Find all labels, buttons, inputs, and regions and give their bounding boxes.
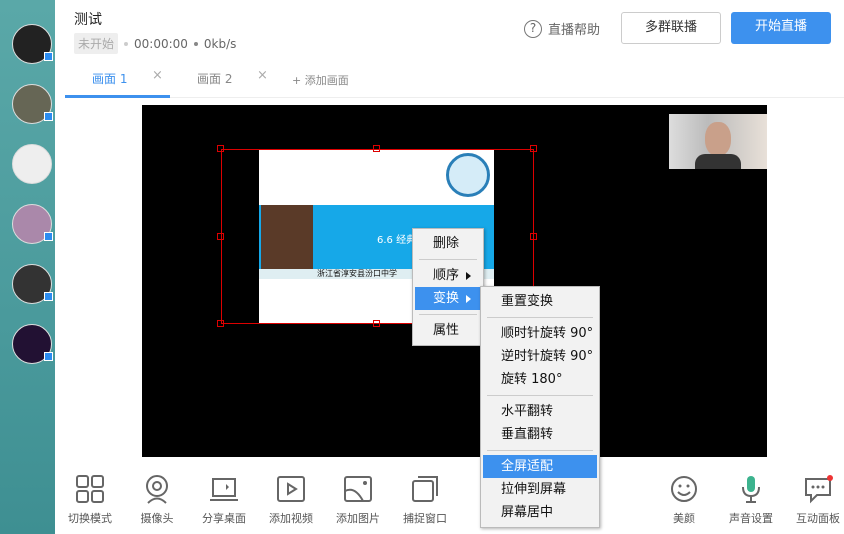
menu-item-delete[interactable]: 删除 [415,232,481,255]
menu-item-reset-transform[interactable]: 重置变换 [483,290,597,313]
menu-item-rotate-180[interactable]: 旋转 180° [483,368,597,391]
grid-icon [76,475,104,503]
add-scene-button[interactable]: + 添加画面 [292,72,349,88]
help-label: 直播帮助 [548,23,601,38]
microphone-icon [742,476,760,503]
add-image-button[interactable]: 添加图片 [328,474,388,526]
bottom-toolbar: 切换模式 摄像头 分享桌面 添加视频 添加图片 捕捉窗口 美颜 声音设置 互动面… [55,462,844,534]
group-avatar[interactable] [12,144,52,184]
share-desktop-button[interactable]: 分享桌面 [194,474,254,526]
menu-item-rotate-cw[interactable]: 顺时针旋转 90° [483,322,597,345]
smile-icon [671,476,697,502]
room-title: 测试 [74,12,102,28]
status-badge: 未开始 [74,33,119,54]
beauty-button[interactable]: 美颜 [654,474,714,526]
menu-label: 变换 [433,291,460,306]
scene-tabs: 画面 1 × 画面 2 × + 添加画面 [65,66,844,98]
tool-label: 分享桌面 [202,512,246,525]
tool-label: 声音设置 [729,512,773,525]
image-icon [344,476,372,502]
sidebar [0,0,55,534]
start-live-button[interactable]: 开始直播 [731,12,831,44]
live-status: 未开始 00:00:00 0kb/s [74,33,236,54]
tab-scene-2[interactable]: 画面 2 [197,70,232,87]
live-help-link[interactable]: ? 直播帮助 [524,19,600,38]
camera-button[interactable]: 摄像头 [127,474,187,526]
live-time: 00:00:00 [134,36,188,51]
group-avatar[interactable] [12,24,53,64]
interaction-panel-button[interactable]: 互动面板 [788,474,844,526]
group-avatar[interactable] [12,84,53,124]
menu-item-flip-vertical[interactable]: 垂直翻转 [483,423,597,446]
switch-mode-button[interactable]: 切换模式 [60,474,120,526]
tool-label: 摄像头 [140,512,174,525]
tool-label: 添加视频 [269,512,313,525]
group-avatar[interactable] [12,264,53,304]
menu-item-flip-horizontal[interactable]: 水平翻转 [483,400,597,423]
close-icon[interactable]: × [257,68,268,83]
camera-feed[interactable] [669,114,767,169]
bitrate: 0kb/s [203,36,237,51]
multi-group-button[interactable]: 多群联播 [621,12,721,44]
video-icon [277,476,305,502]
group-avatar[interactable] [12,324,53,364]
menu-item-properties[interactable]: 属性 [415,319,481,342]
menu-item-rotate-ccw[interactable]: 逆时针旋转 90° [483,345,597,368]
add-video-button[interactable]: 添加视频 [261,474,321,526]
tool-label: 添加图片 [336,512,380,525]
audio-settings-button[interactable]: 声音设置 [721,474,781,526]
tool-label: 切换模式 [68,512,112,525]
tool-label: 美颜 [673,512,695,525]
help-icon: ? [524,19,542,38]
menu-item-transform[interactable]: 变换 [415,287,481,310]
chevron-right-icon [466,272,471,280]
chevron-right-icon [466,295,471,303]
tool-label: 互动面板 [796,512,840,525]
window-icon [412,476,438,502]
tool-label: 捕捉窗口 [403,512,447,525]
tab-scene-1[interactable]: 画面 1 [92,70,127,87]
add-scene-label: 添加画面 [304,74,349,87]
menu-label: 顺序 [433,268,460,283]
share-screen-icon [210,478,238,501]
group-avatar[interactable] [12,204,53,244]
menu-item-order[interactable]: 顺序 [415,264,481,287]
capture-window-button[interactable]: 捕捉窗口 [395,474,455,526]
chat-icon [805,475,833,504]
close-icon[interactable]: × [152,68,163,83]
context-menu: 删除 顺序 变换 属性 [412,228,484,346]
webcam-icon [146,475,168,504]
